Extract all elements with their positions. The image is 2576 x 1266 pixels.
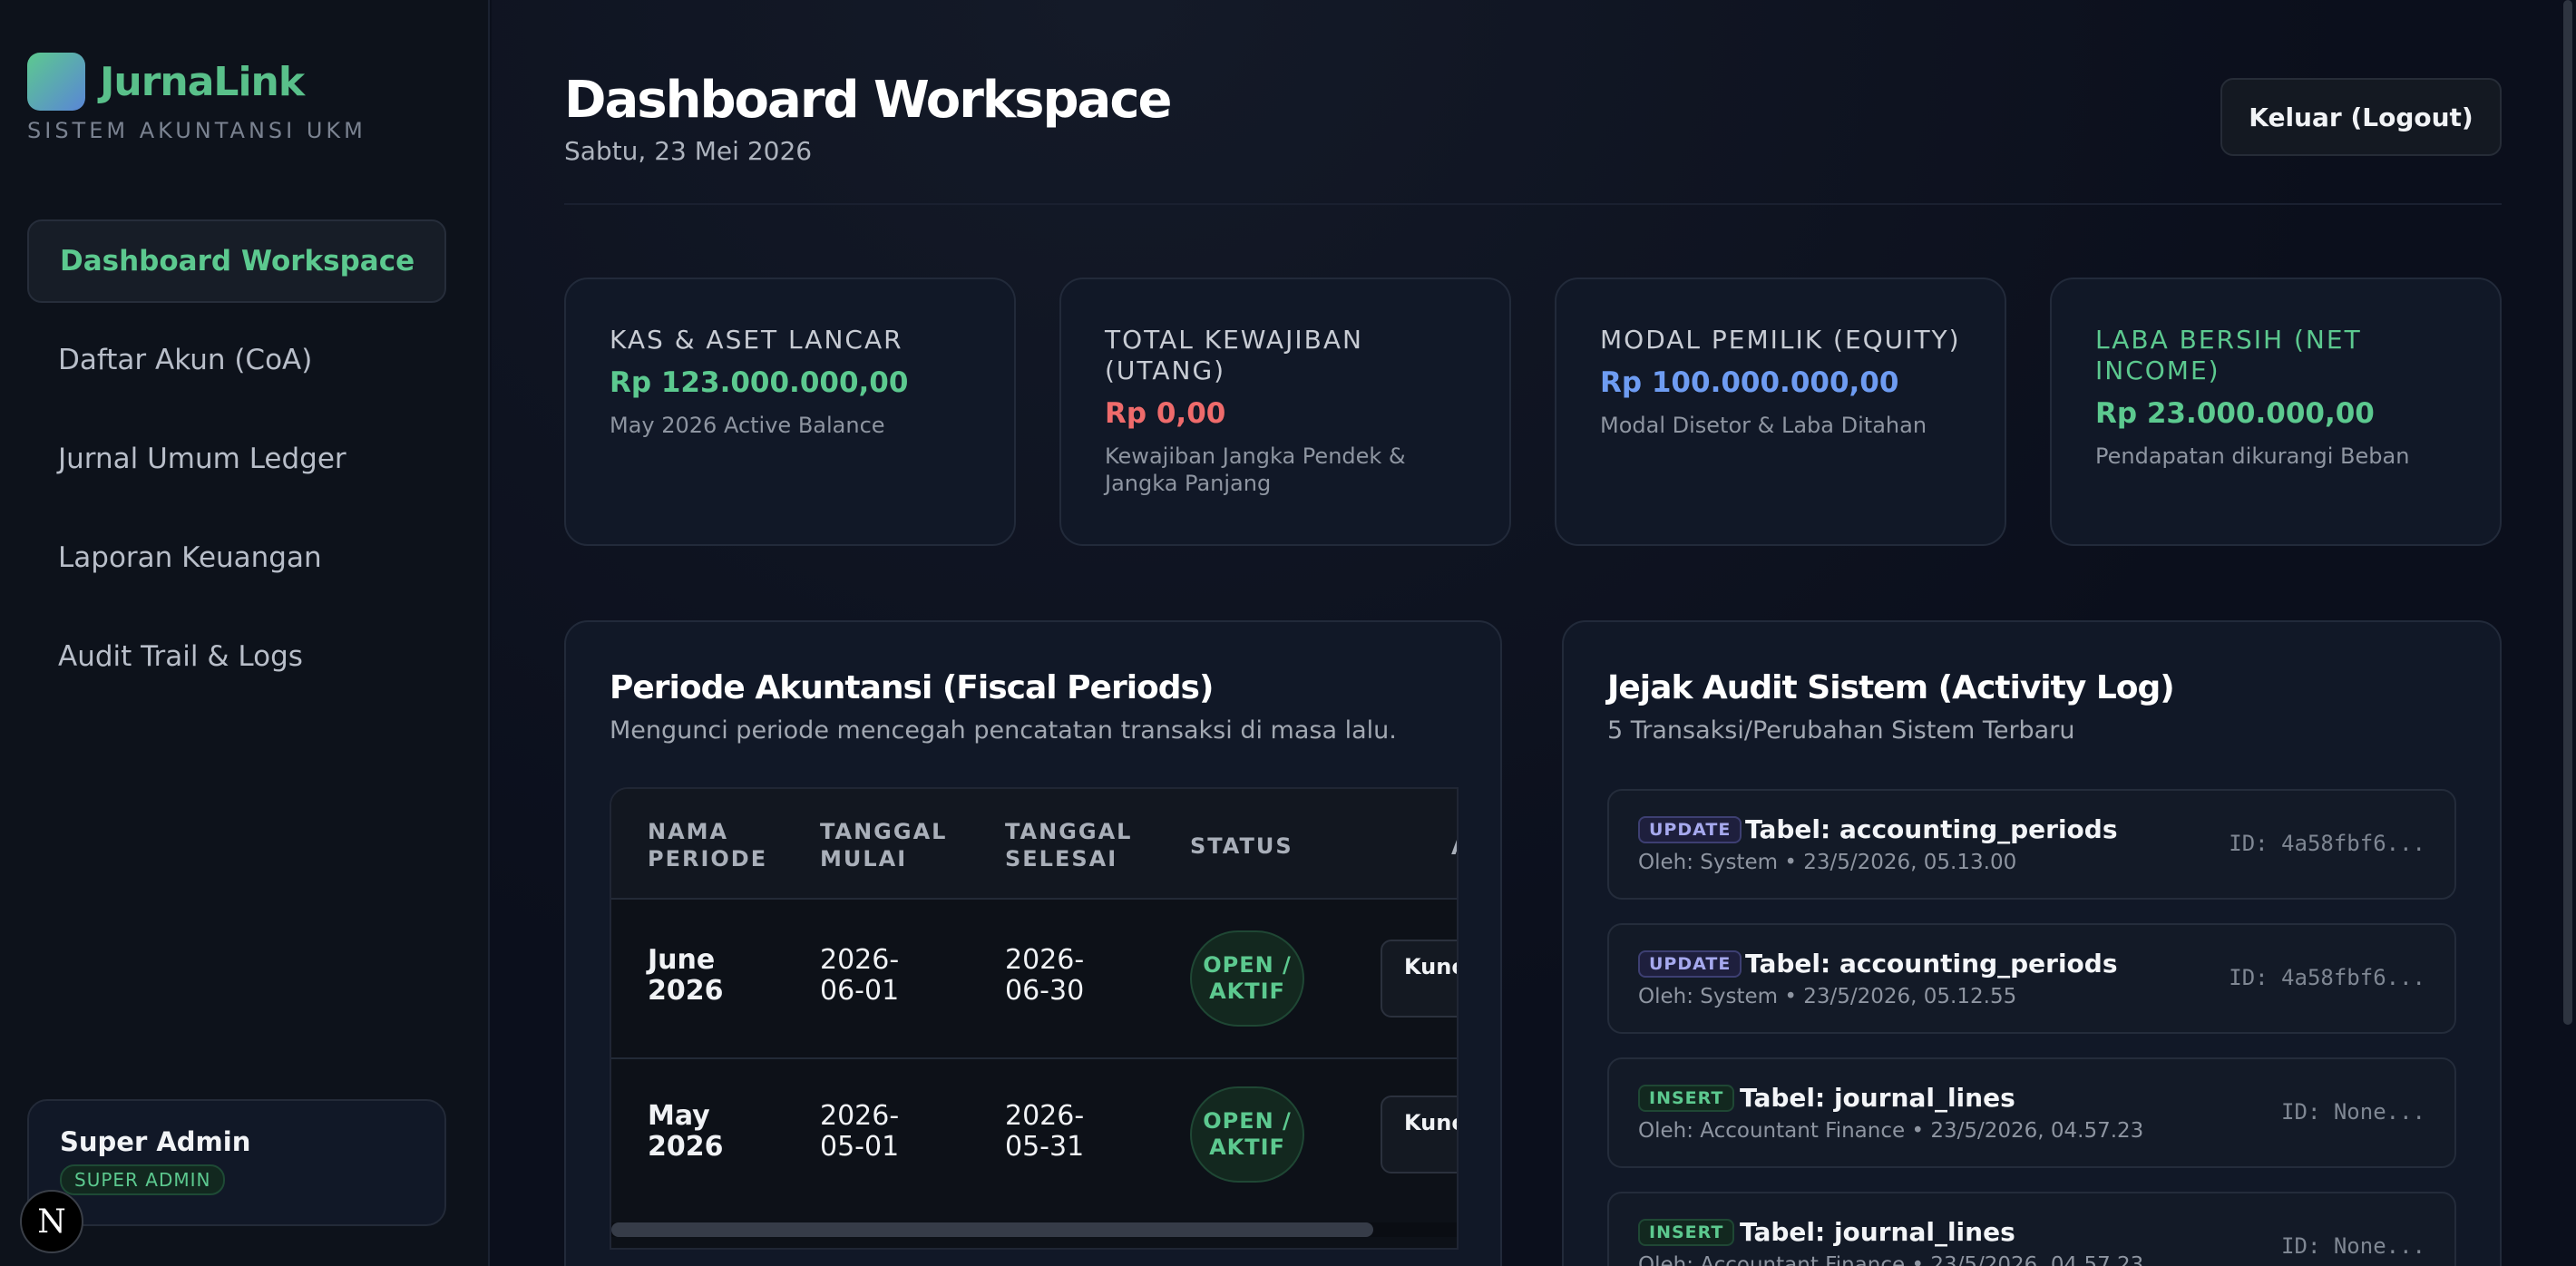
brand-name: JurnaLink bbox=[100, 58, 305, 105]
period-name: May 2026 bbox=[648, 1100, 724, 1163]
stat-desc: Kewajiban Jangka Pendek & Jangka Panjang bbox=[1105, 443, 1406, 496]
n-logo-button[interactable]: N bbox=[20, 1190, 83, 1253]
log-meta: Oleh: System • 23/5/2026, 05.13.00 bbox=[1638, 851, 2017, 874]
log-record-id: ID: 4a58fbf6... bbox=[2229, 965, 2425, 990]
action-badge: INSERT bbox=[1638, 1085, 1735, 1112]
table-row: May 2026 2026-05-01 2026-05-31 OPEN / AK… bbox=[611, 1057, 1457, 1213]
action-badge: INSERT bbox=[1638, 1219, 1735, 1246]
fiscal-panel-subtitle: Mengunci periode mencegah pencatatan tra… bbox=[610, 716, 1397, 745]
table-horizontal-scrollbar[interactable] bbox=[611, 1222, 1457, 1237]
period-start: 2026-06-01 bbox=[820, 944, 900, 1007]
period-end: 2026-05-31 bbox=[1005, 1100, 1085, 1163]
audit-log-item[interactable]: INSERT Tabel: journal_lines Oleh: Accoun… bbox=[1607, 1057, 2456, 1168]
stat-desc: Modal Disetor & Laba Ditahan bbox=[1600, 413, 1927, 438]
period-end: 2026-06-30 bbox=[1005, 944, 1085, 1007]
stat-card-net-income: LABA BERSIH (NET INCOME) Rp 23.000.000,0… bbox=[2050, 278, 2502, 546]
fiscal-panel-title: Periode Akuntansi (Fiscal Periods) bbox=[610, 669, 1214, 706]
status-badge: OPEN / AKTIF bbox=[1190, 1086, 1304, 1183]
scrollbar-thumb[interactable] bbox=[611, 1222, 1373, 1237]
sidebar-item-journal[interactable]: Jurnal Umum Ledger bbox=[27, 417, 446, 501]
user-name: Super Admin bbox=[60, 1126, 251, 1157]
sidebar-item-coa[interactable]: Daftar Akun (CoA) bbox=[27, 318, 446, 402]
stat-desc: Pendapatan dikurangi Beban bbox=[2095, 443, 2410, 469]
sidebar-item-dashboard[interactable]: Dashboard Workspace bbox=[27, 219, 446, 303]
period-name: June 2026 bbox=[648, 944, 724, 1007]
log-meta: Oleh: Accountant Finance • 23/5/2026, 04… bbox=[1638, 1119, 2144, 1143]
log-meta: Oleh: System • 23/5/2026, 05.12.55 bbox=[1638, 985, 2017, 1008]
stat-card-liabilities: TOTAL KEWAJIBAN (UTANG) Rp 0,00 Kewajiba… bbox=[1059, 278, 1511, 546]
fiscal-periods-table: NAMA PERIODE TANGGAL MULAI TANGGAL SELES… bbox=[610, 787, 1459, 1250]
audit-log-item[interactable]: UPDATE Tabel: accounting_periods Oleh: S… bbox=[1607, 789, 2456, 900]
audit-log-panel: Jejak Audit Sistem (Activity Log) 5 Tran… bbox=[1562, 620, 2502, 1266]
main-content: Dashboard Workspace Sabtu, 23 Mei 2026 K… bbox=[492, 0, 2576, 1266]
header-divider bbox=[564, 203, 2502, 205]
log-record-id: ID: None... bbox=[2281, 1099, 2425, 1125]
stat-card-equity: MODAL PEMILIK (EQUITY) Rp 100.000.000,00… bbox=[1555, 278, 2006, 546]
action-badge: UPDATE bbox=[1638, 950, 1742, 978]
status-badge: OPEN / AKTIF bbox=[1190, 930, 1304, 1027]
user-role-badge: SUPER ADMIN bbox=[60, 1164, 226, 1195]
sidebar-item-reports[interactable]: Laporan Keuangan bbox=[27, 516, 446, 599]
page-vertical-scrollbar[interactable] bbox=[2563, 0, 2576, 1266]
log-meta: Oleh: Accountant Finance • 23/5/2026, 04… bbox=[1638, 1253, 2144, 1266]
stat-value: Rp 123.000.000,00 bbox=[610, 366, 909, 399]
brand[interactable]: JurnaLink bbox=[27, 53, 305, 111]
table-row: June 2026 2026-06-01 2026-06-30 OPEN / A… bbox=[611, 901, 1457, 1057]
audit-panel-subtitle: 5 Transaksi/Perubahan Sistem Terbaru bbox=[1607, 716, 2075, 745]
lock-period-button[interactable]: Kunci Periode bbox=[1381, 940, 1457, 1018]
column-header-status: STATUS bbox=[1190, 833, 1293, 859]
page-date: Sabtu, 23 Mei 2026 bbox=[564, 136, 813, 166]
brand-subtitle: SISTEM AKUNTANSI UKM bbox=[27, 118, 366, 143]
column-header-end: TANGGAL SELESAI bbox=[1005, 819, 1133, 872]
column-header-start: TANGGAL MULAI bbox=[820, 819, 948, 872]
scrollbar-thumb[interactable] bbox=[2563, 0, 2572, 1025]
stat-card-cash: KAS & ASET LANCAR Rp 123.000.000,00 May … bbox=[564, 278, 1016, 546]
stat-desc: May 2026 Active Balance bbox=[610, 413, 885, 438]
sidebar: JurnaLink SISTEM AKUNTANSI UKM Dashboard… bbox=[0, 0, 490, 1266]
audit-panel-title: Jejak Audit Sistem (Activity Log) bbox=[1607, 669, 2175, 706]
audit-log-item[interactable]: UPDATE Tabel: accounting_periods Oleh: S… bbox=[1607, 923, 2456, 1034]
period-start: 2026-05-01 bbox=[820, 1100, 900, 1163]
stat-label: KAS & ASET LANCAR bbox=[610, 325, 903, 355]
fiscal-periods-panel: Periode Akuntansi (Fiscal Periods) Mengu… bbox=[564, 620, 1502, 1266]
lock-period-button[interactable]: Kunci Periode bbox=[1381, 1096, 1457, 1173]
log-table-name: Tabel: accounting_periods bbox=[1745, 814, 2118, 844]
stat-label: TOTAL KEWAJIBAN (UTANG) bbox=[1105, 325, 1363, 385]
sidebar-nav: Dashboard Workspace Daftar Akun (CoA) Ju… bbox=[27, 219, 446, 714]
brand-logo-icon bbox=[27, 53, 85, 111]
stat-value: Rp 100.000.000,00 bbox=[1600, 366, 1899, 399]
column-header-name: NAMA PERIODE bbox=[648, 819, 768, 872]
stat-value: Rp 0,00 bbox=[1105, 397, 1226, 430]
log-record-id: ID: 4a58fbf6... bbox=[2229, 831, 2425, 856]
stat-label: MODAL PEMILIK (EQUITY) bbox=[1600, 325, 1961, 355]
stat-label: LABA BERSIH (NET INCOME) bbox=[2095, 325, 2362, 385]
user-card: Super Admin SUPER ADMIN bbox=[27, 1099, 446, 1226]
log-record-id: ID: None... bbox=[2281, 1233, 2425, 1259]
audit-log-item[interactable]: INSERT Tabel: journal_lines Oleh: Accoun… bbox=[1607, 1192, 2456, 1266]
sidebar-item-audit[interactable]: Audit Trail & Logs bbox=[27, 615, 446, 698]
stat-value: Rp 23.000.000,00 bbox=[2095, 397, 2375, 430]
log-table-name: Tabel: journal_lines bbox=[1740, 1217, 2015, 1247]
table-header: NAMA PERIODE TANGGAL MULAI TANGGAL SELES… bbox=[611, 789, 1457, 900]
page-title: Dashboard Workspace bbox=[564, 71, 1173, 130]
logout-button[interactable]: Keluar (Logout) bbox=[2220, 78, 2502, 156]
column-header-action: A bbox=[1451, 834, 1457, 860]
action-badge: UPDATE bbox=[1638, 816, 1742, 843]
log-table-name: Tabel: accounting_periods bbox=[1745, 949, 2118, 979]
log-table-name: Tabel: journal_lines bbox=[1740, 1083, 2015, 1113]
